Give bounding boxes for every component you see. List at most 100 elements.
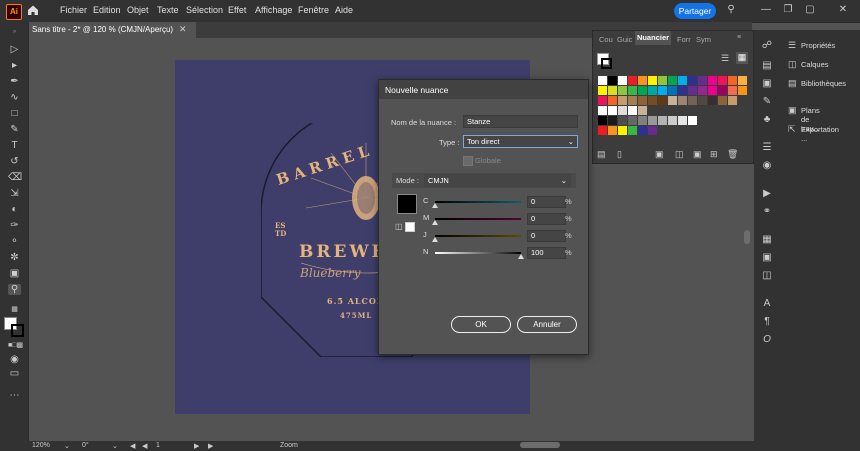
menu-fenetre[interactable]: Fenêtre <box>298 5 329 15</box>
opentype-icon[interactable]: O <box>761 334 773 346</box>
menu-fichier[interactable]: Fichier <box>60 5 87 15</box>
stroke-color-swatch[interactable] <box>11 324 24 337</box>
type-tool-icon[interactable]: T <box>8 140 21 151</box>
eyedropper-tool-icon[interactable]: ✑ <box>8 220 21 231</box>
channel-c-input[interactable]: 0 <box>527 196 566 208</box>
appearance-icon[interactable]: ▤ <box>761 60 773 72</box>
last-artboard-icon[interactable]: ▶ <box>208 442 213 450</box>
stroke-icon[interactable]: ☰ <box>761 142 773 154</box>
first-artboard-icon[interactable]: ◀ <box>130 442 135 450</box>
more-tools-icon[interactable]: ⋯ <box>8 390 21 401</box>
channel-c-slider[interactable] <box>435 201 521 203</box>
channel-m-thumb[interactable] <box>432 220 438 225</box>
delete-swatch-icon[interactable]: 🗑 <box>727 149 738 160</box>
close-window-icon[interactable]: ✕ <box>836 3 850 17</box>
actions-icon[interactable]: ▶ <box>761 188 773 200</box>
zoom-tool-icon[interactable]: ⚲ <box>8 284 21 295</box>
curvature-tool-icon[interactable]: ∿ <box>8 92 21 103</box>
shape-builder-tool-icon[interactable]: ◐ <box>8 204 21 215</box>
search-icon[interactable]: ⚲ <box>724 3 738 17</box>
swatch-libraries-icon[interactable]: ▤ <box>597 149 606 160</box>
artboard-tool-icon[interactable]: ▣ <box>8 268 21 279</box>
new-group-icon[interactable]: ▣ <box>693 149 702 160</box>
align-icon[interactable]: ▦ <box>761 234 773 246</box>
character-icon[interactable]: A <box>761 298 773 310</box>
ok-button[interactable]: OK <box>451 316 511 333</box>
cancel-button[interactable]: Annuler <box>517 316 577 333</box>
graphic-styles-icon[interactable]: ▣ <box>761 78 773 90</box>
menu-effet[interactable]: Effet <box>228 5 246 15</box>
minimize-icon[interactable]: — <box>759 3 773 17</box>
channel-c-thumb[interactable] <box>432 203 438 208</box>
tab-couleur[interactable]: Cou <box>599 35 613 44</box>
channel-j-input[interactable]: 0 <box>527 230 566 242</box>
eraser-tool-icon[interactable]: ⌫ <box>8 172 22 183</box>
pen-tool-icon[interactable]: ✒ <box>8 76 21 87</box>
rotation-dropdown-icon[interactable]: ⌄ <box>112 442 118 450</box>
transparency-icon[interactable]: ◉ <box>761 160 773 172</box>
paintbrush-tool-icon[interactable]: ✎ <box>8 124 21 135</box>
tab-nuancier[interactable]: Nuancier <box>635 31 671 45</box>
menu-selection[interactable]: Sélection <box>186 5 223 15</box>
brushes-icon[interactable]: ✎ <box>761 96 773 108</box>
list-view-icon[interactable]: ☰ <box>721 53 729 64</box>
maximize-icon[interactable]: ❐ <box>781 3 795 17</box>
tab-symbole[interactable]: Sym <box>696 35 711 44</box>
new-swatch-icon[interactable]: ⊞ <box>710 149 718 160</box>
color-mode-icons[interactable]: ■□▩ <box>8 340 23 351</box>
document-tab[interactable]: Sans titre - 2* @ 120 % (CMJN/Aperçu) ✕ <box>28 22 196 38</box>
channel-m-input[interactable]: 0 <box>527 213 566 225</box>
scale-tool-icon[interactable]: ⇲ <box>8 188 21 199</box>
swatch-item[interactable] <box>727 95 738 106</box>
show-kinds-icon[interactable]: ▯ <box>617 149 622 160</box>
transform-icon[interactable]: ▣ <box>761 252 773 264</box>
zoom-level-field[interactable]: 120% <box>32 442 50 450</box>
menu-affichage[interactable]: Affichage <box>255 5 292 15</box>
channel-n-input[interactable]: 100 <box>527 247 566 259</box>
direct-selection-tool-icon[interactable]: ▸ <box>8 60 21 71</box>
draw-mode-icon[interactable]: ◉ <box>8 354 21 365</box>
menu-edition[interactable]: Edition <box>93 5 121 15</box>
close-tab-icon[interactable]: ✕ <box>179 24 187 35</box>
swatch-options-icon[interactable]: ▣ <box>655 149 664 160</box>
out-of-gamut-icon[interactable]: ◫ <box>395 222 403 231</box>
menu-aide[interactable]: Aide <box>335 5 353 15</box>
artboard-number-field[interactable]: 1 <box>156 442 160 450</box>
grid-view-icon[interactable]: ▦ <box>736 52 748 64</box>
screen-mode-icon[interactable]: ▭ <box>8 368 21 379</box>
panel-menu-icon[interactable]: ≡ <box>737 34 741 41</box>
paragraph-icon[interactable]: ¶ <box>761 316 773 328</box>
channel-j-thumb[interactable] <box>432 237 438 242</box>
tab-guide[interactable]: Guic <box>617 35 632 44</box>
horizontal-scroll-thumb[interactable] <box>520 442 560 448</box>
swatch-name-input[interactable]: Stanze <box>463 115 578 128</box>
channel-m-slider[interactable] <box>435 218 521 220</box>
zoom-dropdown-icon[interactable]: ⌄ <box>64 442 70 450</box>
selection-tool-icon[interactable]: ▷ <box>8 44 21 55</box>
symbols-icon[interactable]: ♣ <box>761 114 773 126</box>
color-group-icon[interactable]: ◫ <box>675 149 684 160</box>
prev-artboard-icon[interactable]: ◀ <box>142 442 147 450</box>
global-checkbox[interactable] <box>463 156 473 166</box>
next-artboard-icon[interactable]: ▶ <box>194 442 199 450</box>
web-safe-icon[interactable] <box>405 222 415 232</box>
channel-j-slider[interactable] <box>435 235 521 237</box>
rectangle-tool-icon[interactable]: □ <box>8 108 21 119</box>
menu-objet[interactable]: Objet <box>127 5 149 15</box>
swatch-item[interactable] <box>737 85 748 96</box>
rotate-tool-icon[interactable]: ↺ <box>8 156 21 167</box>
swatch-item[interactable] <box>687 115 698 126</box>
symbol-sprayer-tool-icon[interactable]: ✼ <box>8 252 21 263</box>
type-select[interactable]: Ton direct ⌄ <box>463 135 578 148</box>
swatch-item[interactable] <box>647 125 658 136</box>
share-button[interactable]: Partager <box>674 3 716 19</box>
cc-libraries-icon[interactable]: ☍ <box>761 40 773 52</box>
channel-n-thumb[interactable] <box>518 254 524 259</box>
blend-tool-icon[interactable]: ⚬ <box>8 236 21 247</box>
toolbar-collapse-icon[interactable]: » <box>8 27 21 38</box>
pathfinder-icon[interactable]: ◫ <box>761 270 773 282</box>
restore-icon[interactable]: ▢ <box>803 3 817 17</box>
rotation-field[interactable]: 0° <box>82 442 89 450</box>
vertical-scroll-thumb[interactable] <box>744 230 750 244</box>
home-icon[interactable] <box>26 3 40 17</box>
